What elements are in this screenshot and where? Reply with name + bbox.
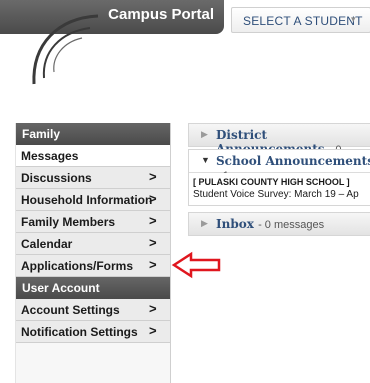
triangle-right-icon: ▶ bbox=[201, 218, 208, 228]
panel-count: - 0 messages bbox=[258, 219, 325, 231]
sidebar-item-label: Discussions bbox=[21, 171, 92, 185]
district-announcements-panel: ▶ District Announcements - 0 bbox=[188, 123, 370, 156]
inbox-panel: ▶ Inbox - 0 messages bbox=[188, 212, 370, 236]
sidebar-item-calendar[interactable]: Calendar > bbox=[16, 233, 170, 255]
sidebar-item-label: Family Members bbox=[21, 215, 116, 229]
chevron-right-icon: > bbox=[149, 213, 157, 228]
chevron-right-icon: > bbox=[149, 169, 157, 184]
school-announcements-panel: ▼ School Announcements - 1 [ PULASKI COU… bbox=[188, 149, 370, 206]
chevron-right-icon: > bbox=[149, 191, 157, 206]
triangle-right-icon: ▶ bbox=[201, 129, 208, 139]
chevron-right-icon: > bbox=[149, 257, 157, 272]
sidebar-header-label: User Account bbox=[22, 281, 100, 295]
sidebar-item-label: Applications/Forms bbox=[21, 259, 134, 273]
school-announcements-header[interactable]: ▼ School Announcements - 1 bbox=[189, 150, 370, 182]
triangle-down-icon: ▼ bbox=[201, 155, 210, 165]
chevron-down-icon: ▾ bbox=[351, 14, 356, 24]
sidebar-item-label: Messages bbox=[21, 149, 79, 163]
sidebar-item-household-information[interactable]: Household Information > bbox=[16, 189, 170, 211]
sidebar-header-user-account: User Account bbox=[16, 277, 170, 299]
red-arrow-icon bbox=[171, 251, 221, 279]
sidebar-item-notification-settings[interactable]: Notification Settings > bbox=[16, 321, 170, 343]
sidebar-item-family-members[interactable]: Family Members > bbox=[16, 211, 170, 233]
district-announcements-header[interactable]: ▶ District Announcements - 0 bbox=[189, 124, 370, 156]
select-student-label: SELECT A STUDENT bbox=[243, 14, 363, 28]
chevron-right-icon: > bbox=[149, 301, 157, 316]
sidebar-item-label: Account Settings bbox=[21, 303, 120, 317]
sidebar-item-discussions[interactable]: Discussions > bbox=[16, 167, 170, 189]
sidebar-item-account-settings[interactable]: Account Settings > bbox=[16, 299, 170, 321]
sidebar-header-label: Family bbox=[22, 127, 61, 141]
sidebar-item-label: Household Information bbox=[21, 193, 153, 207]
sidebar-item-applications-forms[interactable]: Applications/Forms > bbox=[16, 255, 170, 277]
sidebar-nav: Family Messages Discussions > Household … bbox=[15, 123, 171, 383]
school-announcement-item[interactable]: [ PULASKI COUNTY HIGH SCHOOL ] Student V… bbox=[189, 173, 370, 205]
sidebar-item-messages[interactable]: Messages bbox=[16, 145, 170, 167]
sidebar-header-family: Family bbox=[16, 123, 170, 145]
sidebar-item-label: Notification Settings bbox=[21, 325, 138, 339]
chevron-right-icon: > bbox=[149, 235, 157, 250]
announcement-school-name: [ PULASKI COUNTY HIGH SCHOOL ] bbox=[193, 177, 350, 187]
chevron-right-icon: > bbox=[149, 323, 157, 338]
sidebar-item-label: Calendar bbox=[21, 237, 73, 251]
select-student-dropdown[interactable]: SELECT A STUDENT ▾ bbox=[231, 7, 370, 33]
panel-title: Inbox - 0 messages bbox=[216, 217, 325, 231]
portal-title: Campus Portal bbox=[108, 6, 214, 23]
inbox-header[interactable]: ▶ Inbox - 0 messages bbox=[189, 213, 370, 235]
announcement-text: Student Voice Survey: March 19 – Ap bbox=[193, 189, 359, 200]
campus-logo bbox=[32, 14, 99, 85]
